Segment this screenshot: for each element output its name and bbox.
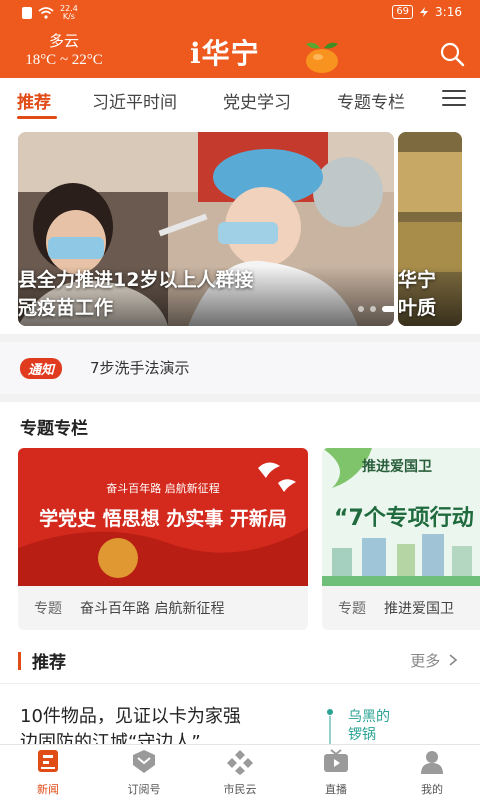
article-title-line-1: 10件物品，见证以卡为家强	[20, 706, 241, 727]
caption-line-2: 叶质	[398, 297, 437, 319]
wifi-icon	[38, 7, 54, 19]
card-title: 推进爱国卫	[384, 601, 454, 617]
nav-live[interactable]: 直播	[296, 749, 376, 797]
carousel-caption-main: 县全力推进12岁以上人群接 冠疫苗工作	[18, 266, 394, 326]
weather-widget[interactable]: 多云 18°C ~ 22°C	[14, 32, 114, 70]
tab-special-topics[interactable]: 专题专栏	[337, 88, 405, 113]
weather-condition: 多云	[48, 32, 79, 50]
app-header: 22.4 K/s 69 3:16 多云 18°C ~ 22°C i华宁	[0, 0, 480, 78]
card-title: 奋斗百年路 启航新征程	[80, 601, 225, 617]
banner-main-text: “7个专项行动	[334, 506, 474, 531]
battery-indicator: 69	[392, 5, 414, 19]
topic-card[interactable]: 奋斗百年路 启航新征程 学党史 悟思想 办实事 开新局 专题 奋斗百年路 启航新…	[18, 448, 308, 630]
section-accent-bar	[18, 652, 21, 670]
notice-text[interactable]: 7步洗手法演示	[90, 357, 190, 378]
timeline-marker-icon	[327, 709, 333, 750]
banner-top-text: 推进爱国卫	[362, 459, 432, 475]
caption-line-1: 华宁	[398, 269, 437, 291]
active-tab-indicator	[17, 116, 57, 119]
chevron-right-icon	[449, 654, 458, 666]
category-tabs: 推荐 习近平时间 党史学习 专题专栏	[0, 78, 480, 124]
section-title: 推荐	[32, 653, 66, 673]
tab-party-history[interactable]: 党史学习	[223, 88, 291, 113]
notice-bar[interactable]: 通知 7步洗手法演示	[0, 342, 480, 394]
subscription-icon	[133, 750, 155, 773]
carousel-dot[interactable]	[370, 306, 376, 312]
carousel-dot-active[interactable]	[382, 306, 394, 312]
nav-label: 我的	[421, 783, 443, 796]
orange-fruit-icon	[306, 42, 338, 73]
card-tag: 专题	[338, 601, 366, 617]
banner-main-text: 学党史 悟思想 办实事 开新局	[39, 508, 287, 530]
bottom-navigation: 新闻 订阅号 市民云 直播 我的	[0, 744, 480, 800]
carousel-slide-next[interactable]: 华宁 叶质	[398, 132, 462, 326]
logo-text: i华宁	[190, 37, 260, 70]
citizen-cloud-icon	[227, 750, 253, 775]
tab-recommend[interactable]: 推荐	[17, 88, 51, 113]
nav-profile[interactable]: 我的	[392, 749, 472, 797]
topic-card[interactable]: 推进爱国卫 “7个专项行动 专题 推进爱国卫	[322, 448, 480, 630]
card-footer: 专题 奋斗百年路 启航新征程	[18, 586, 308, 630]
caption-line-1: 县全力推进12岁以上人群接	[18, 269, 254, 291]
notification-icon	[22, 7, 32, 19]
news-carousel: 县全力推进12岁以上人群接 冠疫苗工作 华宁 叶质	[0, 124, 480, 334]
caption-line-2: 冠疫苗工作	[18, 297, 114, 319]
network-speed-unit: K/s	[62, 12, 75, 21]
nav-label: 新闻	[37, 783, 59, 796]
clock: 3:16	[435, 5, 462, 19]
recommend-header: 推荐 更多	[0, 640, 480, 684]
more-label: 更多	[410, 652, 441, 670]
section-title: 专题专栏	[20, 419, 88, 439]
banner-top-text: 奋斗百年路 启航新征程	[106, 482, 220, 495]
charging-icon	[420, 7, 429, 17]
network-speed: 22.4 K/s	[60, 5, 78, 21]
status-bar: 22.4 K/s 69 3:16	[0, 0, 480, 28]
nav-label: 订阅号	[127, 783, 161, 796]
temperature-range: 18°C ~ 22°C	[25, 52, 103, 68]
side-article-title: 乌黑的 锣锅	[348, 708, 390, 744]
carousel-pagination	[358, 306, 394, 312]
carousel-slide-main[interactable]: 县全力推进12岁以上人群接 冠疫苗工作	[18, 132, 394, 326]
search-icon[interactable]	[438, 40, 466, 68]
tab-xi-time[interactable]: 习近平时间	[92, 88, 177, 113]
card-footer: 专题 推进爱国卫	[322, 586, 480, 630]
side-title-line-2: 锣锅	[348, 727, 376, 743]
card-tag: 专题	[34, 601, 62, 617]
nav-subscriptions[interactable]: 订阅号	[104, 749, 184, 797]
nav-label: 市民云	[223, 783, 257, 796]
nav-news[interactable]: 新闻	[8, 749, 88, 797]
carousel-dot[interactable]	[358, 306, 364, 312]
carousel-caption-next: 华宁 叶质	[398, 266, 462, 326]
live-tv-icon	[324, 749, 348, 772]
notice-badge: 通知	[20, 358, 63, 379]
nav-label: 直播	[325, 783, 347, 796]
nav-citizen-cloud[interactable]: 市民云	[200, 749, 280, 797]
side-article[interactable]: 乌黑的 锣锅	[320, 702, 460, 750]
side-title-line-1: 乌黑的	[348, 709, 390, 725]
menu-icon[interactable]	[442, 90, 466, 110]
recommend-section: 推荐 更多 10件物品，见证以卡为家强 边固防的江城“守边人”… 乌黑的 锣锅	[0, 640, 480, 753]
user-icon	[421, 751, 443, 774]
more-link[interactable]: 更多	[410, 650, 458, 671]
app-logo: i华宁	[190, 32, 260, 72]
news-icon	[38, 750, 58, 772]
topic-section: 专题专栏 奋斗百年路 启航新征程 学党史 悟思想 办实事 开新局 专题 奋斗百年…	[0, 402, 480, 640]
